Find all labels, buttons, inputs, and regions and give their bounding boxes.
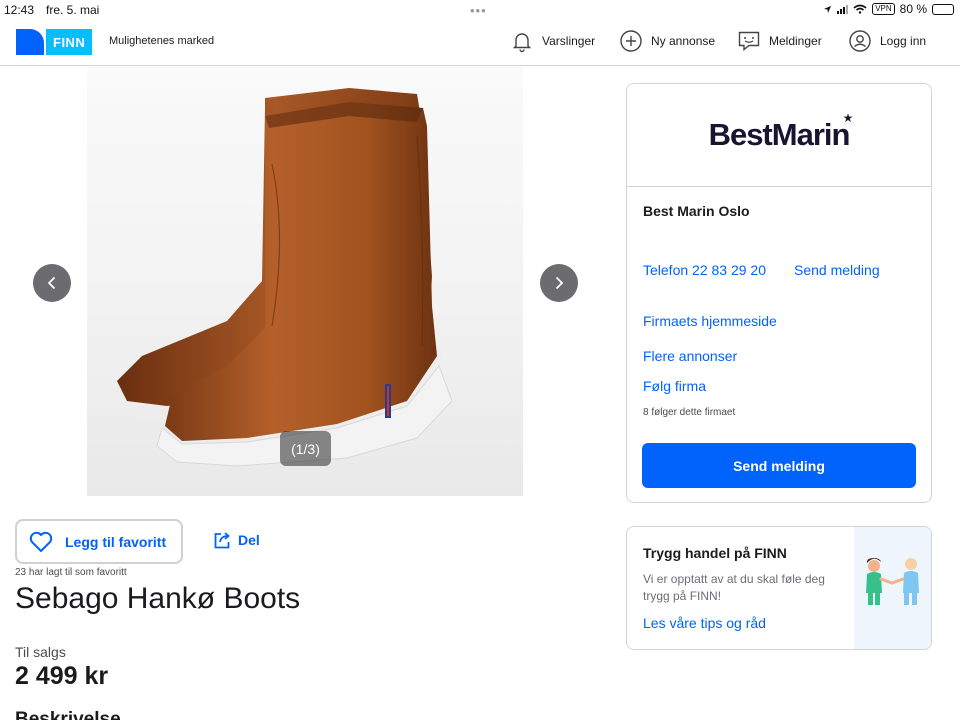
status-time: 12:43 [4,3,35,17]
image-gallery[interactable]: (1/3) [87,66,523,496]
share-button[interactable]: Del [212,530,260,550]
seller-followers: 8 følger dette firmaet [643,407,736,418]
seller-more-ads-link[interactable]: Flere annonser [643,348,737,364]
chevron-right-icon [555,276,564,290]
plus-circle-icon [620,30,642,52]
nav-login[interactable]: Logg inn [848,29,926,53]
battery-icon [932,3,954,15]
nav-notifications[interactable]: Varslinger [510,29,595,53]
send-message-button[interactable]: Send melding [642,443,916,488]
chevron-left-icon [47,276,56,290]
safe-trade-title: Trygg handel på FINN [643,545,787,561]
location-arrow-icon [824,5,832,13]
vpn-badge: VPN [872,3,895,15]
seller-card: BestMarin ★ Best Marin Oslo Telefon 22 83… [626,83,932,503]
multitask-dots-icon[interactable]: ••• [470,3,487,18]
seller-homepage-link[interactable]: Firmaets hjemmeside [643,313,777,329]
add-favorite-button[interactable]: Legg til favoritt [15,519,183,564]
chat-icon [738,31,760,51]
bell-icon [512,33,532,53]
cellular-signal-icon [837,4,849,14]
description-heading: Beskrivelse [15,709,121,720]
status-date: fre. 5. mai [46,3,100,17]
status-bar: 12:43 fre. 5. mai ••• VPN 80 % [0,0,960,20]
star-icon: ★ [842,111,854,125]
safe-trade-body: Vi er opptatt av at du skal føle deg try… [643,572,825,603]
safe-trade-link[interactable]: Les våre tips og råd [643,615,766,631]
wifi-icon [853,4,867,14]
finn-logo[interactable]: FINN [16,29,93,55]
seller-follow-link[interactable]: Følg firma [643,378,706,394]
add-favorite-label: Legg til favoritt [65,533,167,550]
sale-label: Til salgs [15,644,66,660]
seller-name: Best Marin Oslo [643,203,750,219]
favorite-count: 23 har lagt til som favoritt [15,567,127,578]
site-tagline: Mulighetenes marked [109,35,215,47]
image-counter: (1/3) [280,431,331,466]
safe-trade-illustration [854,527,931,649]
share-icon [214,532,230,549]
nav-notifications-label: Varslinger [542,34,596,48]
seller-brand-logo: BestMarin ★ [708,111,854,153]
listing-price: 2 499 kr [15,662,109,690]
handshake-illustration-icon [866,558,919,605]
safe-trade-card: Trygg handel på FINN Vi er opptatt av at… [626,526,932,650]
finn-logo-mark [16,29,44,55]
gallery-prev-button[interactable] [33,264,71,302]
finn-logo-text: FINN [46,29,93,55]
nav-login-label: Logg inn [880,34,927,48]
nav-new-ad[interactable]: Ny annonse [619,29,715,53]
seller-phone-link[interactable]: Telefon 22 83 29 20 [643,262,766,278]
seller-send-message-link[interactable]: Send melding [794,262,880,278]
nav-messages[interactable]: Meldinger [737,29,822,53]
user-icon [849,30,871,52]
battery-percent: 80 % [899,2,927,16]
share-label: Del [238,532,260,548]
nav-messages-label: Meldinger [769,34,822,48]
gallery-next-button[interactable] [540,264,578,302]
heart-icon [29,531,53,552]
site-header: FINN Mulighetenes marked Varslinger Ny a… [0,20,960,66]
seller-brand-text: BestMarin [708,117,851,152]
nav-new-ad-label: Ny annonse [651,34,716,48]
seller-logo-area[interactable]: BestMarin ★ [627,84,931,187]
listing-title: Sebago Hankø Boots [15,582,301,615]
